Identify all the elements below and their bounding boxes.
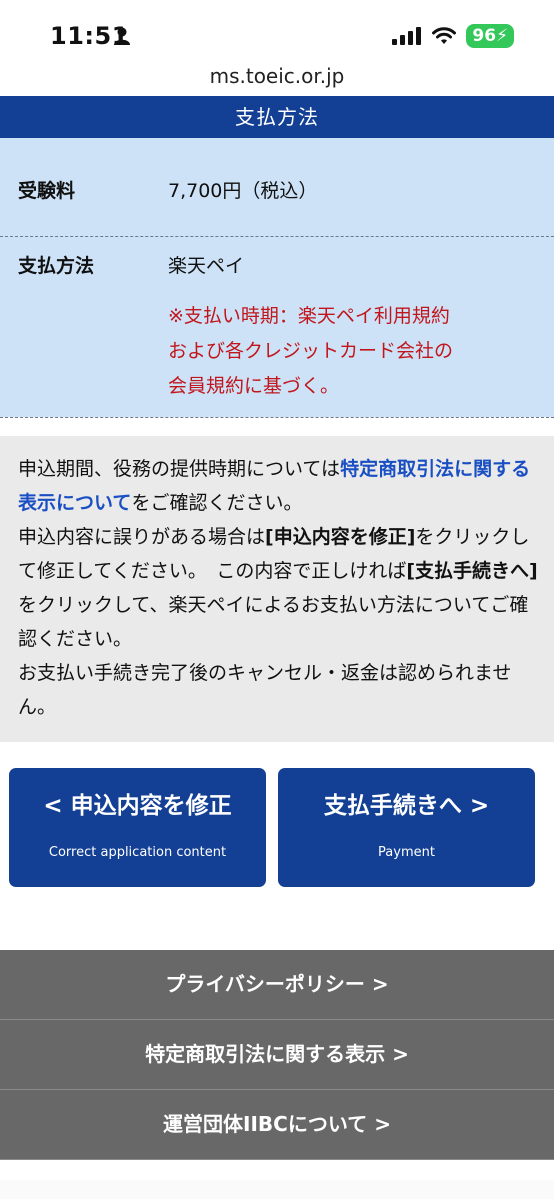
instruction-text: をご確認ください。 xyxy=(131,492,303,514)
battery-level: 96 xyxy=(472,26,497,46)
about-iibc-link[interactable]: 運営団体IIBCについて > xyxy=(0,1090,554,1160)
section-title: 支払方法 xyxy=(0,96,554,138)
note-line: 会員規約に基づく。 xyxy=(168,375,340,397)
proceed-to-payment-sublabel: Payment xyxy=(378,845,435,860)
address-bar-url[interactable]: ms.toeic.or.jp xyxy=(0,64,554,88)
instructions-panel: 申込期間、役務の提供時期については特定商取引法に関する表示についてをご確認くださ… xyxy=(0,436,554,742)
bottom-strip xyxy=(0,1180,554,1199)
correct-application-label: < 申込内容を修正 xyxy=(43,793,232,819)
commercial-transactions-act-link[interactable]: 特定商取引法に関する表示 > xyxy=(0,1020,554,1090)
note-line: ※支払い時期：楽天ペイ利用規約 xyxy=(168,305,450,327)
battery-icon: 96⚡ xyxy=(466,24,514,48)
no-refund-notice: お支払い手続き完了後のキャンセル・返金は認められません。 xyxy=(18,662,512,718)
instruction-emphasis: [支払手続きへ] xyxy=(406,560,538,582)
person-icon xyxy=(114,27,130,45)
correct-application-sublabel: Correct application content xyxy=(48,845,227,860)
payment-info-panel: 受験料 7,700円（税込） 支払方法 楽天ペイ ※支払い時期：楽天ペイ利用規約… xyxy=(0,138,554,418)
status-bar: 11:51 96⚡ xyxy=(0,0,554,60)
correct-application-button[interactable]: < 申込内容を修正 Correct application content xyxy=(9,768,266,887)
proceed-to-payment-label: 支払手続きへ > xyxy=(323,793,490,819)
proceed-to-payment-button[interactable]: 支払手続きへ > Payment xyxy=(278,768,535,887)
note-line: および各クレジットカード会社の xyxy=(168,340,454,362)
payment-timing-note: ※支払い時期：楽天ペイ利用規約 および各クレジットカード会社の 会員規約に基づく… xyxy=(168,299,538,404)
signal-icon xyxy=(392,27,422,45)
fee-row: 受験料 7,700円（税込） xyxy=(0,138,554,237)
instruction-text: をクリックして、楽天ペイによるお支払い方法についてご確認ください。 xyxy=(18,594,529,650)
instruction-emphasis: [申込内容を修正] xyxy=(265,526,416,548)
instructions-text: 申込期間、役務の提供時期については特定商取引法に関する表示についてをご確認くださ… xyxy=(18,452,538,724)
payment-method-label: 支払方法 xyxy=(18,255,95,277)
privacy-policy-link[interactable]: プライバシーポリシー > xyxy=(0,950,554,1020)
fee-label: 受験料 xyxy=(18,180,76,202)
wifi-icon xyxy=(432,27,457,44)
instruction-text: 申込内容に誤りがある場合は xyxy=(18,526,266,548)
fee-value: 7,700円（税込） xyxy=(168,180,318,202)
instruction-text: 申込期間、役務の提供時期については xyxy=(18,458,341,480)
footer-links: プライバシーポリシー > 特定商取引法に関する表示 > 運営団体IIBCについて… xyxy=(0,950,554,1160)
payment-method-value: 楽天ペイ xyxy=(168,255,245,277)
